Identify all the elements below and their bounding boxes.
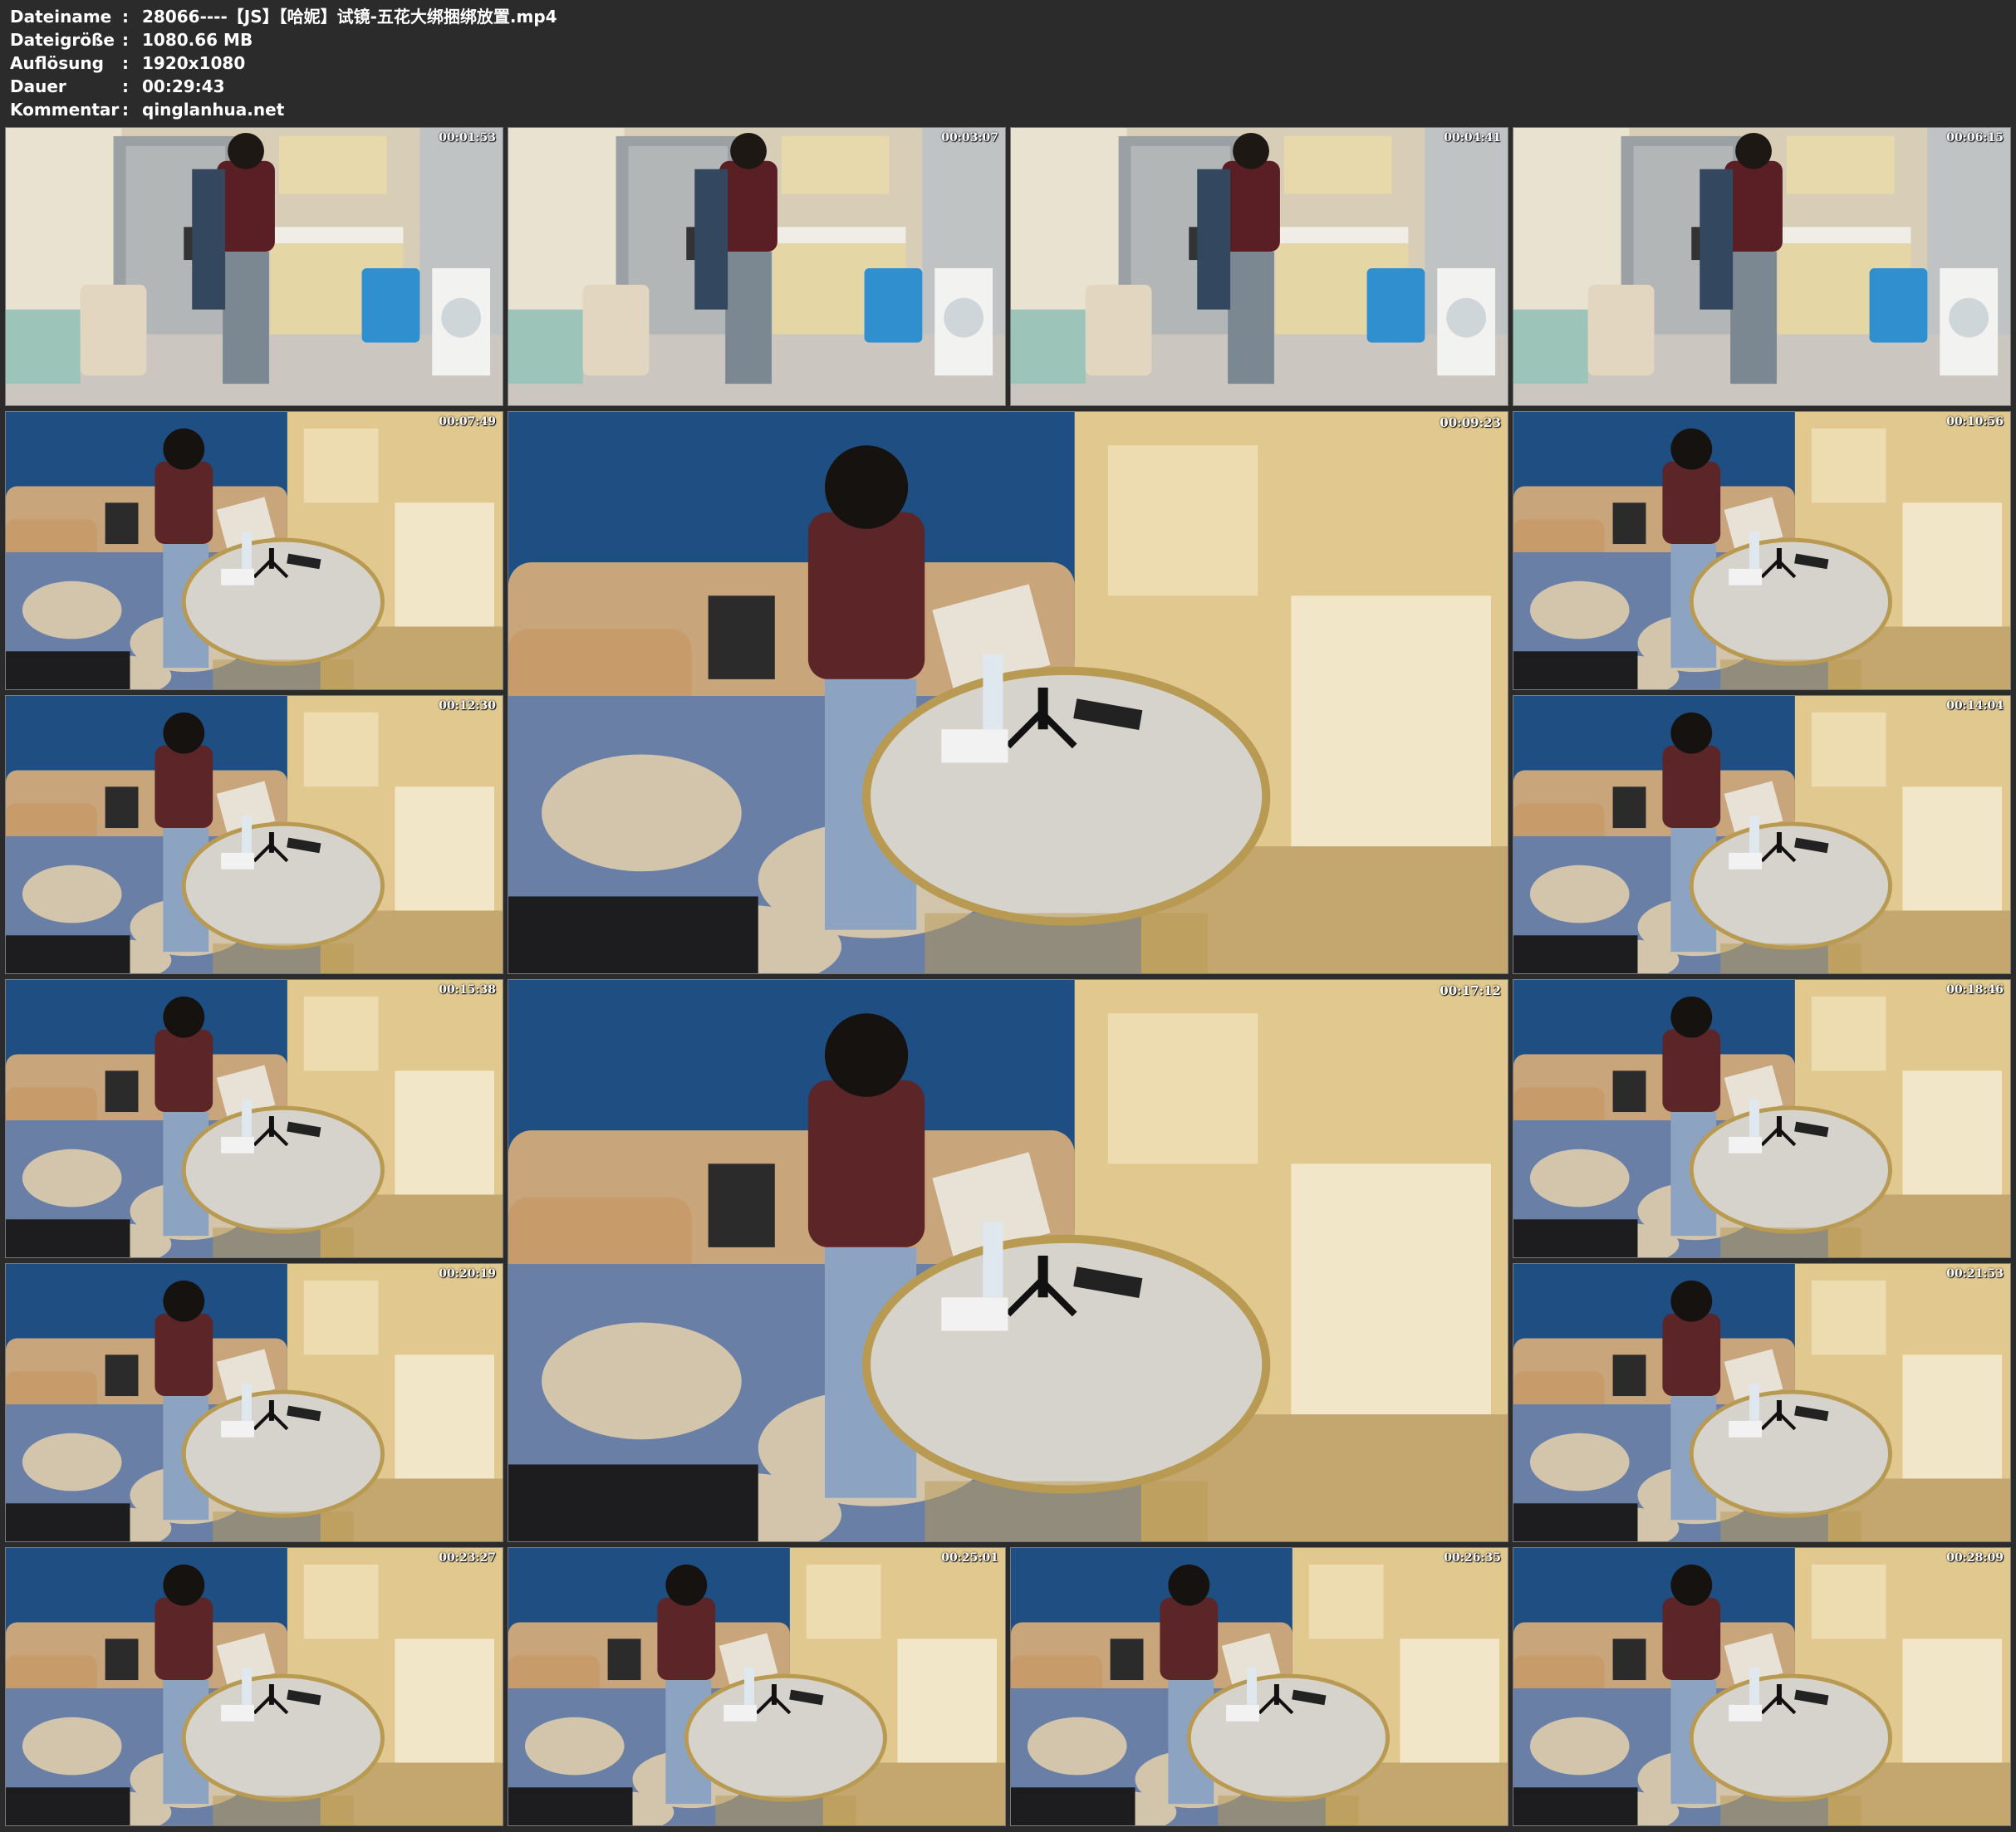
thumbnail-timestamp: 00:15:38 bbox=[439, 983, 496, 997]
thumbnail-timestamp: 00:03:07 bbox=[941, 131, 998, 145]
video-thumbnail[interactable]: 00:04:41 bbox=[1010, 127, 1508, 406]
thumbnail-image bbox=[1513, 980, 2010, 1257]
thumbnail-image bbox=[1513, 1548, 2010, 1825]
thumbnail-timestamp: 00:26:35 bbox=[1444, 1551, 1501, 1565]
thumbnail-image bbox=[1513, 412, 2010, 689]
thumbnail-timestamp: 00:04:41 bbox=[1444, 131, 1501, 145]
video-thumbnail[interactable]: 00:03:07 bbox=[508, 127, 1006, 406]
video-thumbnail[interactable]: 00:06:15 bbox=[1513, 127, 2011, 406]
video-thumbnail[interactable]: 00:20:19 bbox=[5, 1263, 503, 1542]
thumbnail-timestamp: 00:07:49 bbox=[439, 415, 496, 429]
video-thumbnail[interactable]: 00:14:04 bbox=[1513, 695, 2011, 974]
thumbnail-timestamp: 00:23:27 bbox=[439, 1551, 496, 1565]
video-thumbnail[interactable]: 00:01:53 bbox=[5, 127, 503, 406]
thumbnail-image bbox=[508, 1548, 1005, 1825]
thumbnail-image bbox=[1513, 1264, 2010, 1541]
thumbnail-image bbox=[508, 128, 1005, 405]
video-thumbnail[interactable]: 00:12:30 bbox=[5, 695, 503, 974]
thumbnail-timestamp: 00:01:53 bbox=[439, 131, 496, 145]
thumbnail-image bbox=[6, 696, 503, 973]
thumbnail-image bbox=[508, 980, 1508, 1541]
thumbnail-image bbox=[1513, 696, 2010, 973]
video-thumbnail[interactable]: 00:21:53 bbox=[1513, 1263, 2011, 1542]
thumbnail-timestamp: 00:06:15 bbox=[1946, 131, 2004, 145]
thumbnail-image bbox=[6, 1264, 503, 1541]
thumbnail-image bbox=[508, 412, 1508, 973]
thumbnail-timestamp: 00:12:30 bbox=[439, 699, 496, 713]
video-thumbnail[interactable]: 00:09:23 bbox=[508, 411, 1508, 974]
thumbnail-image bbox=[6, 980, 503, 1257]
video-thumbnail[interactable]: 00:07:49 bbox=[5, 411, 503, 690]
video-thumbnail[interactable]: 00:26:35 bbox=[1010, 1547, 1508, 1826]
video-thumbnail[interactable]: 00:10:56 bbox=[1513, 411, 2011, 690]
thumbnail-timestamp: 00:28:09 bbox=[1946, 1551, 2004, 1565]
thumbnail-grid: 00:01:53 00:03:07 00:04:41 00:06:15 00:0… bbox=[0, 0, 2016, 1832]
video-thumbnail[interactable]: 00:28:09 bbox=[1513, 1547, 2011, 1826]
thumbnail-image bbox=[1011, 128, 1508, 405]
thumbnail-timestamp: 00:14:04 bbox=[1946, 699, 2004, 713]
video-thumbnail[interactable]: 00:18:46 bbox=[1513, 979, 2011, 1258]
thumbnail-image bbox=[6, 412, 503, 689]
thumbnail-image bbox=[6, 1548, 503, 1825]
video-thumbnail[interactable]: 00:25:01 bbox=[508, 1547, 1006, 1826]
thumbnail-image bbox=[1011, 1548, 1508, 1825]
thumbnail-timestamp: 00:25:01 bbox=[941, 1551, 998, 1565]
video-thumbnail[interactable]: 00:23:27 bbox=[5, 1547, 503, 1826]
thumbnail-timestamp: 00:10:56 bbox=[1946, 415, 2004, 429]
thumbnail-image bbox=[6, 128, 503, 405]
thumbnail-timestamp: 00:18:46 bbox=[1946, 983, 2004, 997]
video-thumbnail[interactable]: 00:17:12 bbox=[508, 979, 1508, 1542]
thumbnail-timestamp: 00:09:23 bbox=[1440, 415, 1501, 430]
thumbnail-timestamp: 00:20:19 bbox=[439, 1267, 496, 1281]
video-thumbnail[interactable]: 00:15:38 bbox=[5, 979, 503, 1258]
thumbnail-image bbox=[1513, 128, 2010, 405]
thumbnail-timestamp: 00:17:12 bbox=[1440, 983, 1501, 998]
thumbnail-timestamp: 00:21:53 bbox=[1946, 1267, 2004, 1281]
